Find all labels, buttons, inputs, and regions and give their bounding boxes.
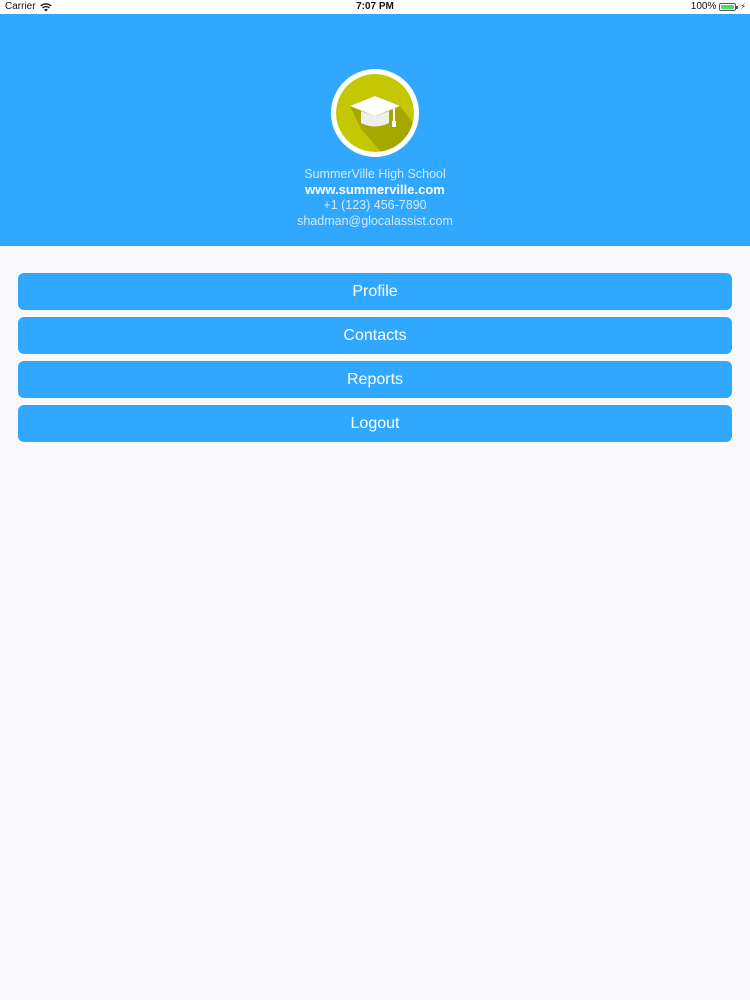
battery-group: 100% ⚡ — [691, 1, 746, 12]
reports-button[interactable]: Reports — [18, 361, 732, 398]
charging-bolt-icon: ⚡ — [740, 2, 746, 11]
battery-fill — [721, 4, 735, 9]
school-website: www.summerville.com — [305, 182, 445, 197]
logout-button[interactable]: Logout — [18, 405, 732, 442]
logo-badge — [336, 74, 414, 152]
profile-header: SummerVille High School www.summerville.… — [0, 14, 750, 246]
school-logo — [331, 69, 419, 157]
profile-button[interactable]: Profile — [18, 273, 732, 310]
main-menu: Profile Contacts Reports Logout — [18, 273, 732, 449]
battery-icon — [719, 2, 739, 11]
status-time: 7:07 PM — [356, 1, 394, 12]
school-name: SummerVille High School — [304, 167, 446, 181]
school-email: shadman@glocalassist.com — [297, 214, 453, 228]
contacts-button[interactable]: Contacts — [18, 317, 732, 354]
status-bar: Carrier 7:07 PM 100% ⚡ — [0, 0, 750, 14]
graduation-cap-icon — [336, 74, 414, 152]
battery-percent: 100% — [690, 1, 717, 12]
school-phone: +1 (123) 456-7890 — [323, 198, 427, 212]
